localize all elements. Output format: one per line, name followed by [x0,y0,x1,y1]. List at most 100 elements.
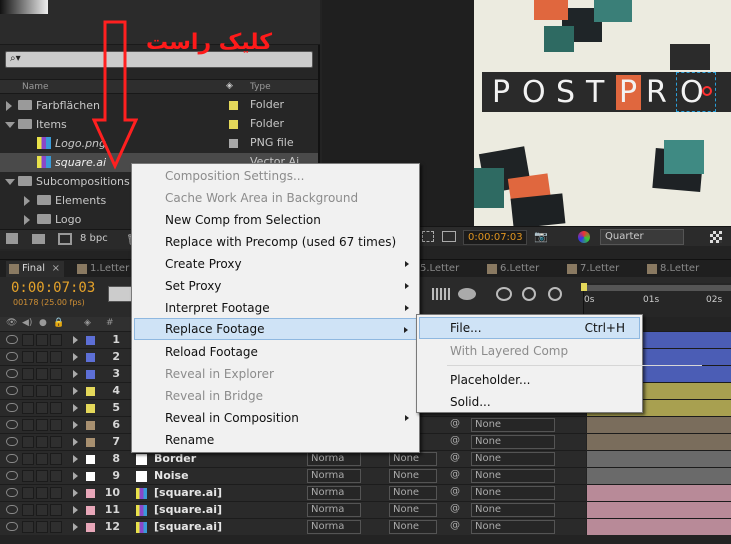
current-time-indicator[interactable] [581,283,587,291]
parent-dropdown[interactable]: None [471,418,555,432]
timeline-timecode[interactable]: 0:00:07:03 [11,280,95,296]
visibility-eye-icon[interactable] [6,352,18,361]
solo-toggle[interactable] [36,419,48,431]
visibility-eye-icon[interactable] [6,369,18,378]
visibility-eye-icon[interactable] [6,522,18,531]
twirl-arrow-icon[interactable] [73,370,78,378]
lock-toggle[interactable] [50,470,62,482]
visibility-eye-icon[interactable] [6,335,18,344]
tab-letter-7[interactable]: 7.Letter [564,261,634,277]
lock-toggle[interactable] [50,436,62,448]
lock-toggle[interactable] [50,419,62,431]
twirl-arrow-icon[interactable] [73,438,78,446]
pickwhip-icon[interactable]: @ [450,520,460,531]
pickwhip-icon[interactable]: @ [450,435,460,446]
track-matte-dropdown[interactable]: None [389,486,437,500]
solo-toggle[interactable] [36,402,48,414]
channel-icon[interactable] [578,231,590,243]
layer-duration-bar[interactable] [587,467,731,484]
twirl-arrow-icon[interactable] [73,523,78,531]
layer-label-swatch[interactable] [86,523,95,532]
collapse-icon[interactable] [5,179,15,185]
lock-toggle[interactable] [50,453,62,465]
layer-label-swatch[interactable] [86,421,95,430]
track-matte-dropdown[interactable]: None [389,520,437,534]
parent-dropdown[interactable]: None [471,452,555,466]
visibility-eye-icon[interactable] [6,471,18,480]
lock-toggle[interactable] [50,368,62,380]
twirl-arrow-icon[interactable] [73,387,78,395]
twirl-arrow-icon[interactable] [73,404,78,412]
column-name-header[interactable]: Name [22,82,49,92]
visibility-eye-icon[interactable] [6,505,18,514]
fast-preview-icon[interactable] [710,231,722,243]
layer-label-swatch[interactable] [86,489,95,498]
menu-item-interpret-footage[interactable]: Interpret Footage [134,297,417,319]
interpret-footage-icon[interactable] [6,233,18,244]
menu-item-replace-footage[interactable]: Replace Footage [134,318,417,340]
layer-label-swatch[interactable] [86,472,95,481]
solo-toggle[interactable] [36,521,48,533]
label-swatch[interactable] [229,139,238,148]
layer-label-swatch[interactable] [86,455,95,464]
layer-duration-bar[interactable] [587,416,731,433]
pickwhip-icon[interactable]: @ [450,486,460,497]
parent-dropdown[interactable]: None [471,503,555,517]
pickwhip-icon[interactable]: @ [450,503,460,514]
layer-label-swatch[interactable] [86,404,95,413]
anchor-point-icon[interactable] [702,86,712,96]
layer-row[interactable]: 12 [square.ai] Norma None @ None [0,518,586,535]
draft-3d-icon[interactable] [432,288,450,300]
audio-toggle[interactable] [22,419,34,431]
audio-toggle[interactable] [22,487,34,499]
parent-dropdown[interactable]: None [471,469,555,483]
audio-toggle[interactable] [22,504,34,516]
audio-toggle[interactable] [22,470,34,482]
label-swatch[interactable] [229,120,238,129]
composition-canvas[interactable]: P O S T P R O [474,0,731,226]
layer-duration-bar[interactable] [587,433,731,450]
layer-label-swatch[interactable] [86,370,95,379]
lock-toggle[interactable] [50,402,62,414]
submenu-item-with-layered-comp[interactable]: With Layered Comp [419,340,640,362]
track-matte-dropdown[interactable]: None [389,452,437,466]
twirl-arrow-icon[interactable] [73,421,78,429]
menu-item-composition-settings[interactable]: Composition Settings... [134,165,417,187]
menu-item-reveal-in-explorer[interactable]: Reveal in Explorer [134,363,417,385]
blend-mode-dropdown[interactable]: Norma [307,469,361,483]
audio-toggle[interactable] [22,521,34,533]
lock-toggle[interactable] [50,521,62,533]
bit-depth-button[interactable]: 8 bpc [80,233,108,244]
layer-name[interactable]: Noise [154,469,189,482]
solo-toggle[interactable] [36,470,48,482]
expand-icon[interactable] [24,215,30,225]
submenu-item-placeholder[interactable]: Placeholder... [419,369,640,391]
audio-toggle[interactable] [22,334,34,346]
comp-timecode[interactable]: 0:00:07:03 [463,230,527,245]
lock-toggle[interactable] [50,385,62,397]
menu-item-reveal-in-composition[interactable]: Reveal in Composition [134,407,417,429]
solo-toggle[interactable] [36,487,48,499]
twirl-arrow-icon[interactable] [73,455,78,463]
audio-toggle[interactable] [22,453,34,465]
tab-letter-6[interactable]: 6.Letter [484,261,554,277]
menu-item-rename[interactable]: Rename [134,429,417,451]
region-of-interest-icon[interactable] [422,231,434,242]
blend-mode-dropdown[interactable]: Norma [307,503,361,517]
audio-toggle[interactable] [22,351,34,363]
expand-icon[interactable] [24,196,30,206]
project-item-items[interactable]: Items Folder [0,115,318,134]
visibility-eye-icon[interactable] [6,488,18,497]
twirl-arrow-icon[interactable] [73,506,78,514]
lock-toggle[interactable] [50,487,62,499]
menu-item-cache-work-area[interactable]: Cache Work Area in Background [134,187,417,209]
tab-letter-8[interactable]: 8.Letter [644,261,714,277]
layer-row[interactable]: 11 [square.ai] Norma None @ None [0,501,586,518]
layer-name[interactable]: [square.ai] [154,486,222,499]
solo-toggle[interactable] [36,436,48,448]
layer-duration-bar[interactable] [587,484,731,501]
motion-blur-icon[interactable] [458,288,476,300]
layer-row[interactable]: 10 [square.ai] Norma None @ None [0,484,586,501]
solo-toggle[interactable] [36,504,48,516]
layer-label-swatch[interactable] [86,387,95,396]
